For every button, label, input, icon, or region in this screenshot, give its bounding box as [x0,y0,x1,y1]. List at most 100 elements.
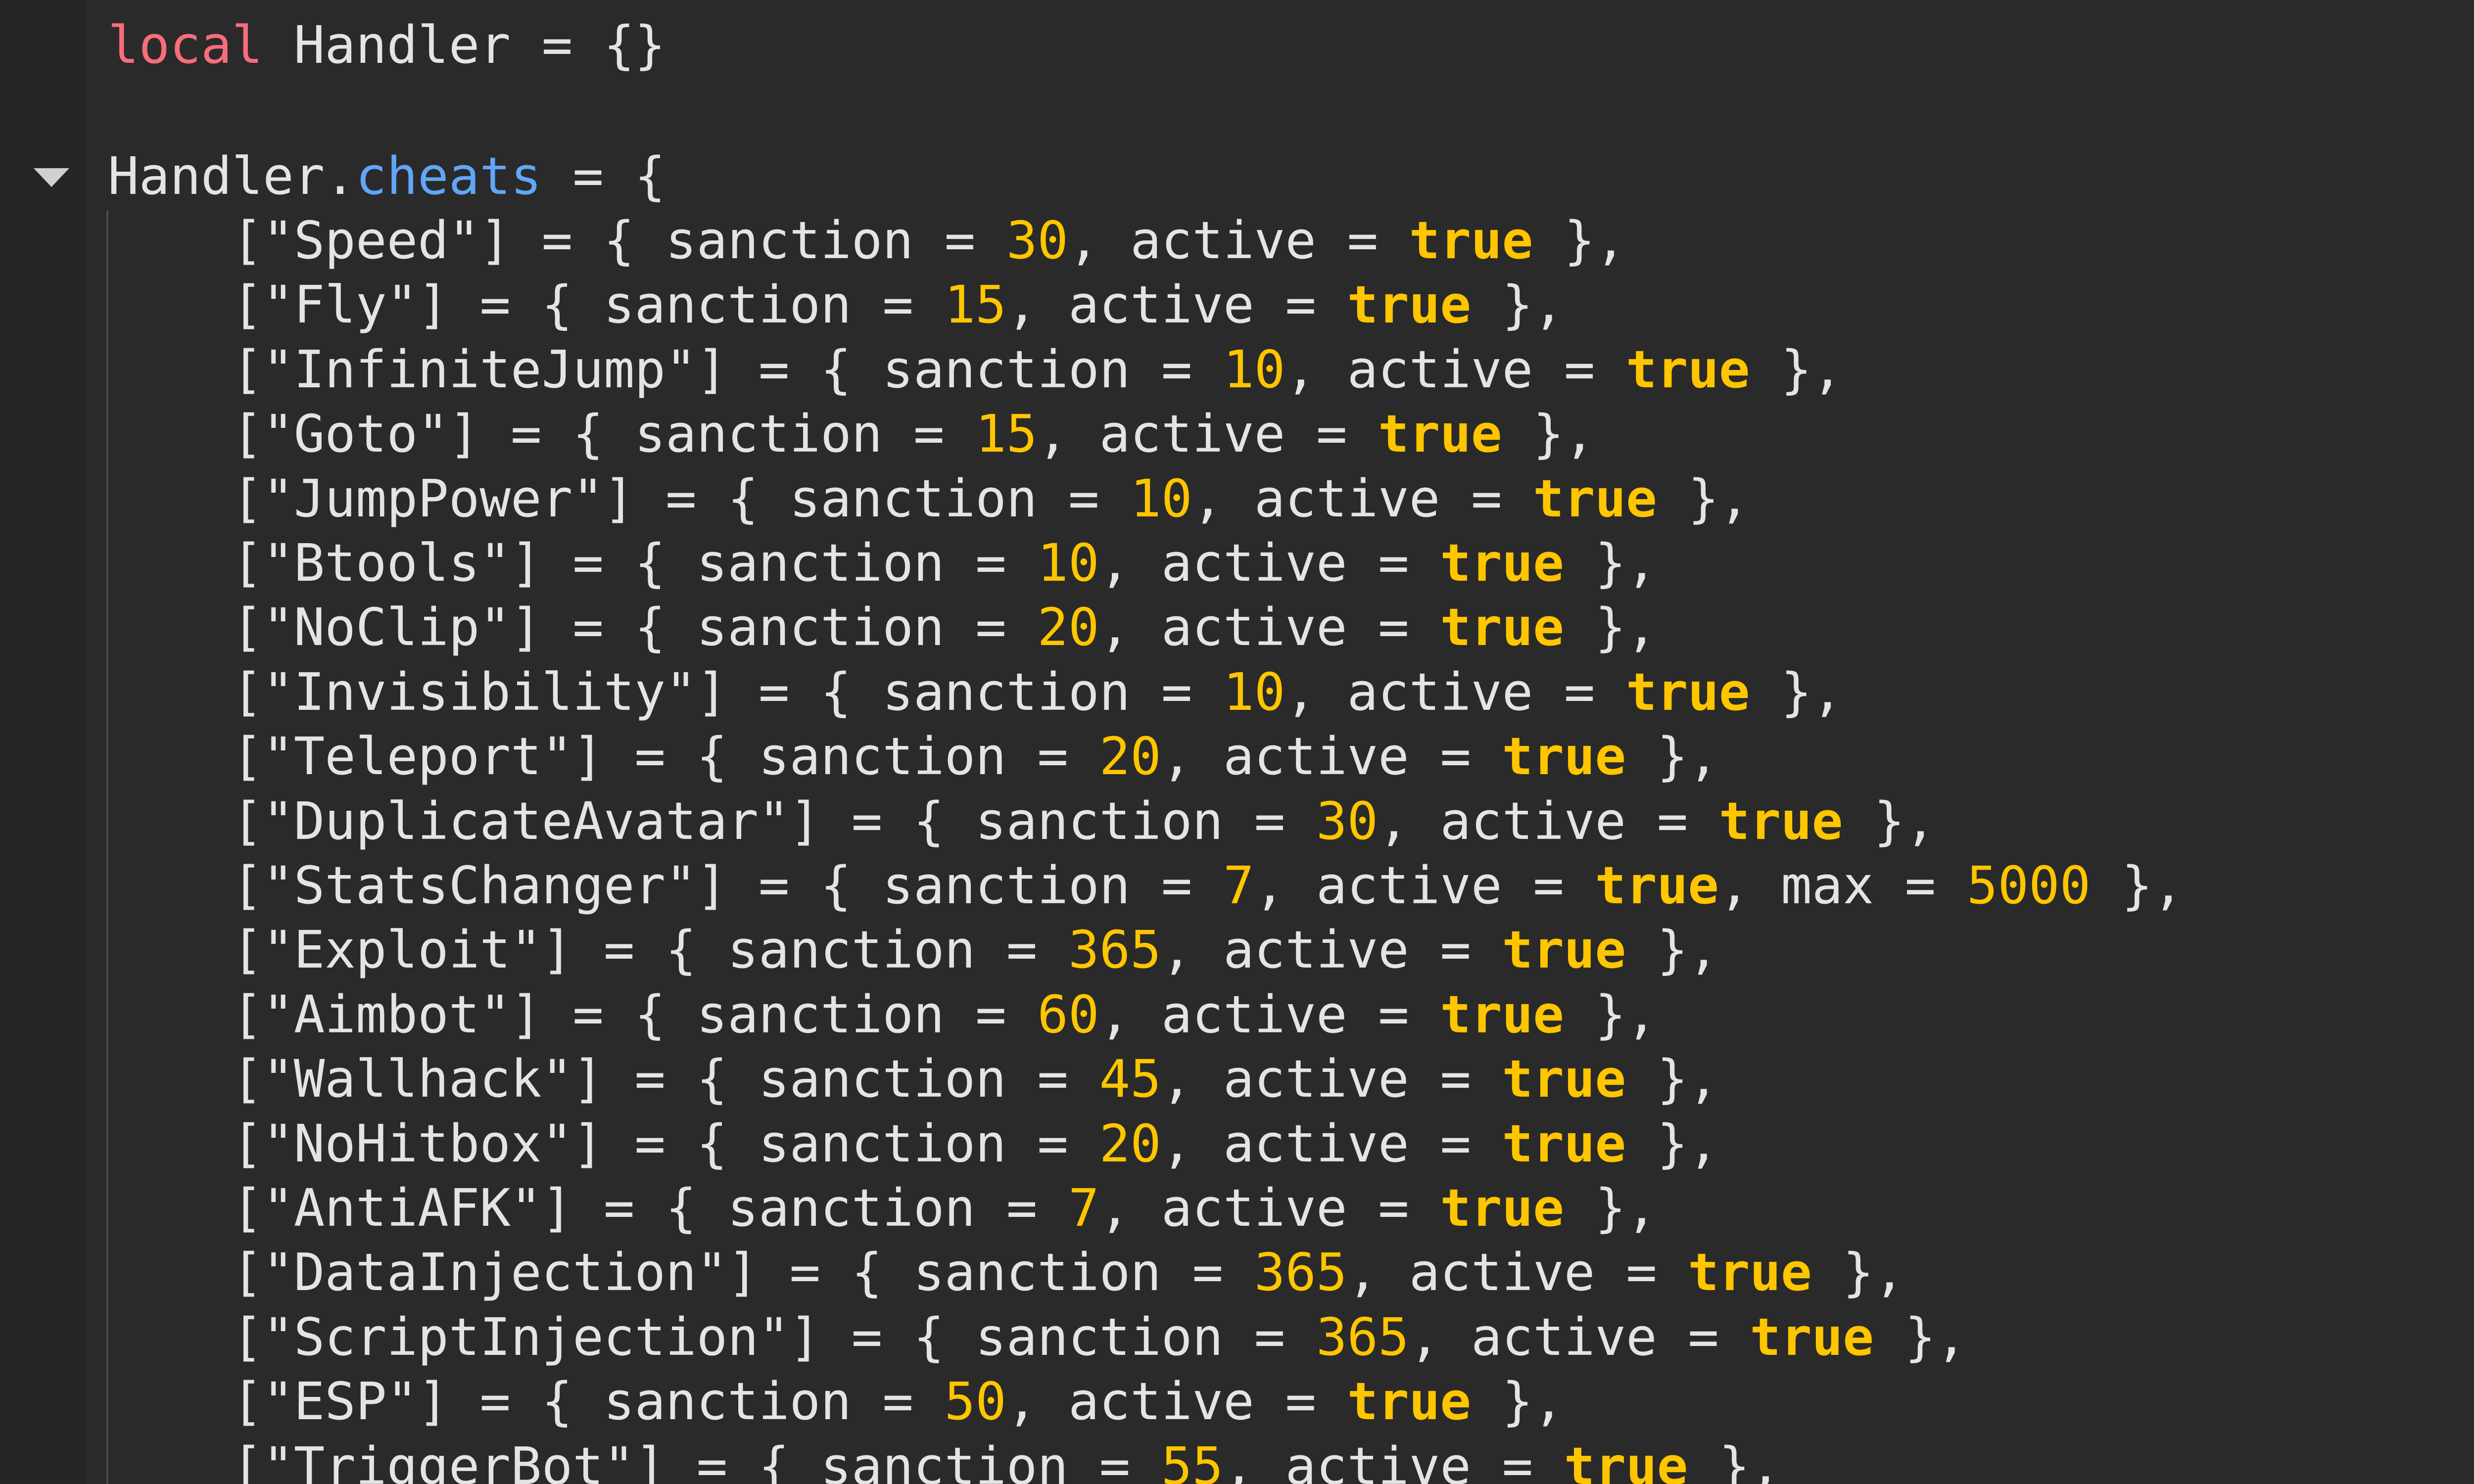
entry-close: }, [1811,1242,1905,1303]
sanction-value: 10 [1223,661,1285,722]
code-line-infinitejump[interactable]: ["InfiniteJump"] = { sanction = 10, acti… [108,337,1843,402]
entry-close: }, [1471,1371,1564,1432]
code-line-local-handler[interactable]: local Handler = {} [108,13,666,77]
cheat-name: Teleport [293,726,542,787]
code-line-duplicateavatar[interactable]: ["DuplicateAvatar"] = { sanction = 30, a… [108,789,1936,853]
cheat-name: StatsChanger [293,855,666,916]
active-key: , active = [1006,275,1347,335]
entry-close: }, [1626,920,1719,980]
active-key: , active = [1285,339,1626,400]
active-value: true [1502,726,1626,787]
code-editor[interactable]: local Handler = {} Handler.cheats = { ["… [0,0,2474,1484]
cheat-name: Goto [293,404,418,464]
active-value: true [1626,339,1750,400]
active-value: true [1347,1371,1472,1432]
active-value: true [1564,1436,1688,1484]
code-line-esp[interactable]: ["ESP"] = { sanction = 50, active = true… [108,1369,1564,1434]
active-key: , active = [1285,661,1626,722]
entry-close: }, [1564,1178,1657,1238]
entry-assign: "] = { sanction = [386,1371,945,1432]
sanction-value: 45 [1099,1049,1161,1110]
entry-assign: "] = { sanction = [758,790,1316,851]
entry-assign: "] = { sanction = [510,1178,1069,1238]
active-value: true [1533,468,1657,529]
code-line-nohitbox[interactable]: ["NoHitbox"] = { sanction = 20, active =… [108,1112,1718,1176]
cheat-name: DuplicateAvatar [293,790,759,851]
entry-assign: "] = { sanction = [696,1242,1254,1303]
bracket-open: [" [108,210,294,271]
code-line-wallhack[interactable]: ["Wallhack"] = { sanction = 45, active =… [108,1047,1718,1111]
sanction-value: 20 [1037,597,1099,658]
bracket-open: [" [108,1371,294,1432]
sanction-value: 15 [975,404,1038,464]
code-line-speed[interactable]: ["Speed"] = { sanction = 30, active = tr… [108,208,1626,273]
code-line-goto[interactable]: ["Goto"] = { sanction = 15, active = tru… [108,402,1595,466]
bracket-open: [" [108,597,294,658]
code-line-aimbot[interactable]: ["Aimbot"] = { sanction = 60, active = t… [108,982,1657,1047]
code-line-statschanger[interactable]: ["StatsChanger"] = { sanction = 7, activ… [108,853,2184,918]
active-value: true [1440,597,1564,658]
entry-close: }, [1564,597,1657,658]
entry-close: }, [1843,790,1936,851]
sanction-value: 20 [1099,726,1161,787]
entry-assign: "] = { sanction = [541,1113,1099,1174]
cheat-name: ScriptInjection [293,1306,759,1367]
code-line-btools[interactable]: ["Btools"] = { sanction = 10, active = t… [108,531,1657,595]
entry-close: }, [1502,404,1595,464]
active-key: , active = [1068,210,1409,271]
active-value: true [1626,661,1750,722]
active-value: true [1718,790,1843,851]
bracket-open: [" [108,661,294,722]
bracket-open: [" [108,920,294,980]
code-line-jumppower[interactable]: ["JumpPower"] = { sanction = 10, active … [108,466,1750,531]
active-value: true [1502,1049,1626,1110]
active-key: , active = [1099,533,1440,593]
cheat-name: Aimbot [293,984,480,1045]
entry-assign: "] = { sanction = [541,1049,1099,1110]
fold-arrow-icon[interactable] [34,168,69,187]
sanction-value: 20 [1099,1113,1161,1174]
bracket-open: [" [108,1113,294,1174]
cheat-name: DataInjection [293,1242,697,1303]
code-line-teleport[interactable]: ["Teleport"] = { sanction = 20, active =… [108,724,1718,788]
code-line-scriptinjection[interactable]: ["ScriptInjection"] = { sanction = 365, … [108,1305,1967,1369]
entry-close: }, [1873,1306,1967,1367]
code-line-antiafk[interactable]: ["AntiAFK"] = { sanction = 7, active = t… [108,1176,1657,1240]
code-line-noclip[interactable]: ["NoClip"] = { sanction = 20, active = t… [108,595,1657,659]
sanction-value: 10 [1223,339,1285,400]
line-gutter [0,0,87,1484]
cheat-name: ESP [293,1371,387,1432]
entry-assign: "] = { sanction = [479,533,1038,593]
sanction-value: 55 [1161,1436,1224,1484]
active-key: , active = [1099,984,1440,1045]
code-line-handler-cheats[interactable]: Handler.cheats = { [108,144,666,208]
sanction-value: 365 [1316,1306,1409,1367]
cheat-name: NoClip [293,597,480,658]
entry-assign: "] = { sanction = [386,275,945,335]
active-value: true [1409,210,1533,271]
entry-assign: "] = { sanction = [758,1306,1316,1367]
active-key: , active = [1099,597,1440,658]
active-value: true [1750,1306,1874,1367]
code-line-exploit[interactable]: ["Exploit"] = { sanction = 365, active =… [108,918,1719,982]
code-line-triggerbot[interactable]: ["TriggerBot"] = { sanction = 55, active… [108,1434,1781,1484]
cheat-name: Btools [293,533,480,593]
sanction-value: 30 [1006,210,1069,271]
entry-assign: "] = { sanction = [479,597,1038,658]
code-line-invisibility[interactable]: ["Invisibility"] = { sanction = 10, acti… [108,660,1843,724]
active-key: , active = [1161,726,1502,787]
cheat-name: Speed [293,210,449,271]
bracket-open: [" [108,726,294,787]
active-key: , active = [1347,1242,1688,1303]
active-key: , active = [1254,855,1595,916]
active-key: , active = [1192,468,1533,529]
entry-close: }, [1564,533,1657,593]
code-line-fly[interactable]: ["Fly"] = { sanction = 15, active = true… [108,273,1564,337]
entry-assign: "] = { sanction = [572,468,1131,529]
active-value: true [1688,1242,1812,1303]
max-key: , max = [1718,855,1967,916]
active-value: true [1440,984,1564,1045]
bracket-open: [" [108,790,294,851]
code-line-datainjection[interactable]: ["DataInjection"] = { sanction = 365, ac… [108,1240,1905,1304]
active-key: , active = [1161,1049,1502,1110]
